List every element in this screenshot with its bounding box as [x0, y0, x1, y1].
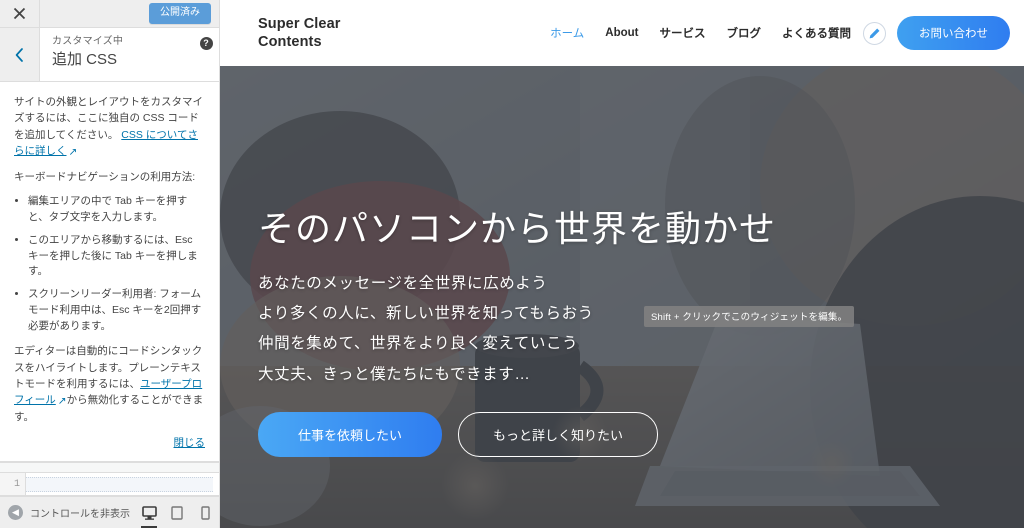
chevron-left-icon [15, 47, 23, 62]
site-preview: Super Clear Contents ホーム About サービス ブログ … [220, 0, 1024, 528]
help-toggle-button[interactable]: ? [193, 28, 219, 81]
collapse-controls-label: コントロールを非表示 [30, 509, 130, 520]
desktop-preview-icon[interactable] [135, 497, 163, 528]
customizing-eyebrow: カスタマイズ中 [52, 36, 124, 47]
widget-edit-tooltip: Shift + クリックでこのウィジェットを編集。 [644, 306, 855, 327]
nav-edit-shortcut-button[interactable] [863, 21, 886, 45]
site-logo-line-2: Contents [258, 34, 322, 50]
close-icon [13, 7, 26, 20]
hero-subtitle-line: あなたのメッセージを全世界に広めよう [258, 275, 548, 292]
external-link-icon: ↗ [57, 395, 67, 408]
publish-button[interactable]: 公開済み [149, 3, 211, 24]
customizer-panel: 公開済み カスタマイズ中 追加 CSS ? サイトの外観とレイアウトをカスタマイ… [0, 0, 220, 528]
nav-item-services[interactable]: サービス [660, 25, 706, 41]
hero-title[interactable]: そのパソコンから世界を動かせ [258, 206, 1024, 251]
customizer-help-text: サイトの外観とレイアウトをカスタマイズするには、ここに独自の CSS コードを追… [0, 82, 219, 462]
hero-secondary-cta-button[interactable]: もっと詳しく知りたい [458, 411, 659, 457]
css-editor-container: 1 [0, 461, 219, 496]
help-intro-paragraph: サイトの外観とレイアウトをカスタマイズするには、ここに独自の CSS コードを追… [14, 94, 205, 160]
hero-subtitle: あなたのメッセージを全世界に広めよう より多くの人に、新しい世界を知ってもらおう… [258, 269, 1024, 390]
hero-subtitle-line: 大丈夫、きっと僕たちにもできます… [258, 365, 531, 383]
section-title: 追加 CSS [52, 51, 118, 68]
editor-note-paragraph: エディターは自動的にコードシンタックスをハイライトします。プレーンテキストモード… [14, 343, 205, 425]
hero-cta-group: 仕事を依頼したい もっと詳しく知りたい [258, 411, 1024, 457]
hero-content: そのパソコンから世界を動かせ あなたのメッセージを全世界に広めよう より多くの人… [220, 66, 1024, 457]
site-logo-line-1: Super Clear [258, 15, 341, 32]
line-number: 1 [13, 478, 20, 490]
device-preview-switcher [135, 497, 219, 528]
primary-navigation: ホーム About サービス ブログ よくある質問 [550, 25, 851, 41]
nav-item-faq[interactable]: よくある質問 [782, 25, 851, 41]
smartphone-icon [200, 505, 210, 520]
monitor-icon [141, 505, 157, 520]
nav-item-about[interactable]: About [605, 27, 638, 39]
chevron-left-icon: ◀ [8, 505, 23, 520]
help-icon: ? [199, 37, 213, 50]
back-button[interactable] [0, 28, 40, 81]
code-line[interactable] [26, 476, 213, 492]
contact-button[interactable]: お問い合わせ [897, 16, 1010, 50]
mobile-preview-icon[interactable] [191, 497, 219, 528]
list-item: 編集エリアの中で Tab キーを押すと、タブ文字を入力します。 [28, 194, 205, 226]
close-customizer-button[interactable] [0, 0, 40, 27]
list-item: このエリアから移動するには、Esc キーを押した後に Tab キーを押します。 [28, 233, 205, 280]
section-titles: カスタマイズ中 追加 CSS [40, 28, 193, 81]
external-link-icon: ↗ [68, 145, 78, 158]
collapse-controls-button[interactable]: ◀ コントロールを非表示 [8, 505, 135, 520]
hero-primary-cta-button[interactable]: 仕事を依頼したい [258, 411, 443, 457]
keyboard-heading: キーボードナビゲーションの利用方法: [14, 171, 196, 184]
keyboard-tips-list: 編集エリアの中で Tab キーを押すと、タブ文字を入力します。 このエリアから移… [28, 194, 205, 334]
tablet-icon [171, 505, 183, 520]
editor-gutter: 1 [0, 472, 26, 495]
close-help-link[interactable]: 閉じる [174, 437, 206, 449]
close-help-row: 閉じる [14, 435, 206, 451]
pencil-edit-icon [869, 28, 880, 38]
customizer-section-header: カスタマイズ中 追加 CSS ? [0, 28, 219, 82]
customizer-screen: 公開済み カスタマイズ中 追加 CSS ? サイトの外観とレイアウトをカスタマイ… [0, 0, 1024, 528]
hero-subtitle-line: 仲間を集めて、世界をより良く変えていこう [258, 335, 579, 353]
editor-lines[interactable] [26, 473, 219, 495]
nav-item-home[interactable]: ホーム [550, 25, 584, 41]
hero-subtitle-line: より多くの人に、新しい世界を知ってもらおう [258, 305, 594, 323]
nav-item-blog[interactable]: ブログ [727, 25, 762, 41]
site-logo[interactable]: Super Clear Contents [258, 15, 378, 51]
list-item: スクリーンリーダー利用者: フォームモード利用中は、Esc キーを2回押す必要が… [28, 287, 205, 334]
customizer-footer: ◀ コントロールを非表示 [0, 496, 219, 528]
css-code-editor[interactable]: 1 [0, 471, 219, 496]
site-header: Super Clear Contents ホーム About サービス ブログ … [220, 0, 1024, 66]
tablet-preview-icon[interactable] [163, 497, 191, 528]
customizer-topbar: 公開済み [0, 0, 219, 28]
publish-area: 公開済み [149, 0, 219, 27]
hero-section: そのパソコンから世界を動かせ あなたのメッセージを全世界に広めよう より多くの人… [220, 66, 1024, 528]
